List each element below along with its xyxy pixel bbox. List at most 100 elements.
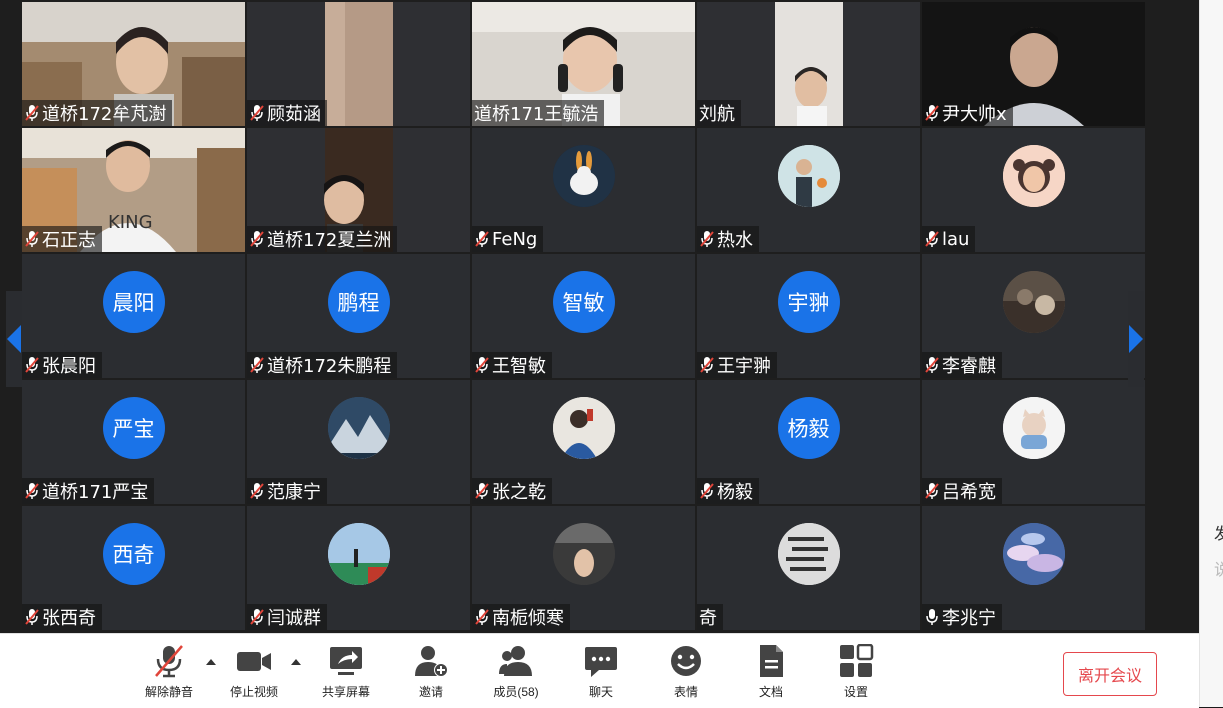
participant-name: 王智敏: [492, 356, 546, 377]
participant-tile[interactable]: 道桥171王毓浩: [472, 2, 695, 126]
participant-avatar: 宇翀: [777, 271, 840, 333]
participant-name-bar: lau: [922, 226, 976, 252]
participant-name: 刘航: [699, 104, 735, 125]
participant-tile[interactable]: 尹大帅x: [922, 2, 1145, 126]
participant-tile[interactable]: 热水: [697, 128, 920, 252]
document-icon: [760, 645, 783, 677]
chat-icon: [585, 647, 617, 677]
participant-name-bar: 顾茹涵: [247, 100, 327, 126]
participant-tile[interactable]: 智敏 王智敏: [472, 254, 695, 378]
share-screen-button[interactable]: 共享屏幕: [306, 644, 386, 706]
participant-avatar: 鹏程: [327, 271, 390, 333]
settings-label: 设置: [843, 685, 868, 699]
side-panel: 发 说: [1199, 0, 1223, 707]
participant-tile[interactable]: 吕希宽: [922, 380, 1145, 504]
participant-tile[interactable]: 宇翀 王宇翀: [697, 254, 920, 378]
unmute-button[interactable]: 解除静音: [129, 644, 209, 706]
participant-avatar: [552, 523, 615, 585]
participant-tile[interactable]: 南栀倾寒: [472, 506, 695, 630]
participant-avatar: [1002, 145, 1065, 207]
participant-name: 顾茹涵: [267, 104, 321, 125]
participant-tile[interactable]: 晨阳 张晨阳: [22, 254, 245, 378]
participant-avatar: [1002, 397, 1065, 459]
invite-button[interactable]: 邀请: [391, 644, 471, 706]
participant-tile[interactable]: 严宝 道桥171严宝: [22, 380, 245, 504]
participant-tile[interactable]: lau: [922, 128, 1145, 252]
share-screen-icon: [330, 647, 362, 675]
participant-name: 热水: [717, 230, 753, 251]
participant-tile[interactable]: 道桥172牟芃澍: [22, 2, 245, 126]
participant-name: 李兆宁: [942, 608, 996, 629]
participant-tile[interactable]: 杨毅 杨毅: [697, 380, 920, 504]
participant-name: 道桥171严宝: [42, 482, 149, 503]
participant-name: 张晨阳: [42, 356, 96, 377]
participant-avatar: 智敏: [552, 271, 615, 333]
mic-muted-icon: [250, 609, 264, 625]
mic-muted-icon: [475, 357, 489, 373]
participant-tile[interactable]: 鹏程 道桥172朱鹏程: [247, 254, 470, 378]
participant-name-bar: 闫诚群: [247, 604, 327, 630]
unmute-label: 解除静音: [144, 685, 193, 699]
participant-tile[interactable]: 李睿麒: [922, 254, 1145, 378]
participant-tile[interactable]: 闫诚群: [247, 506, 470, 630]
participant-tile[interactable]: FeNg: [472, 128, 695, 252]
share-screen-label: 共享屏幕: [321, 685, 370, 699]
participant-avatar: 杨毅: [777, 397, 840, 459]
stop-video-label: 停止视频: [229, 685, 278, 699]
chat-button[interactable]: 聊天: [561, 644, 641, 706]
participant-name: 道桥172夏兰洲: [267, 230, 392, 251]
participant-avatar: [1002, 523, 1065, 585]
leave-meeting-button[interactable]: 离开会议: [1063, 652, 1157, 696]
participant-avatar: [327, 397, 390, 459]
participant-tile[interactable]: 李兆宁: [922, 506, 1145, 630]
participant-tile[interactable]: 范康宁: [247, 380, 470, 504]
rabbit-avatar-icon: [552, 145, 615, 207]
photo-avatar-icon: [1002, 271, 1065, 333]
participant-avatar: [552, 397, 615, 459]
participant-tile[interactable]: 道桥172夏兰洲: [247, 128, 470, 252]
meeting-toolbar: 解除静音 停止视频 共享屏幕 邀请 成员(58) 聊天 表情 文档 设置 离开会…: [0, 633, 1199, 708]
participant-name: 张之乾: [492, 482, 546, 503]
participant-name: 王宇翀: [717, 356, 771, 377]
participant-name-bar: 杨毅: [697, 478, 759, 504]
participant-avatar: 西奇: [102, 523, 165, 585]
mic-muted-icon: [25, 357, 39, 373]
mic-muted-icon: [250, 357, 264, 373]
members-label: 成员(58): [493, 685, 539, 699]
participant-name: 奇: [699, 608, 717, 629]
next-page-button[interactable]: [1128, 291, 1144, 387]
participant-name-bar: 李睿麒: [922, 352, 1002, 378]
members-icon: [499, 646, 532, 676]
mic-muted-icon: [700, 357, 714, 373]
participant-name: 吕希宽: [942, 482, 996, 503]
svg-text:KING: KING: [108, 212, 153, 233]
participant-tile[interactable]: 张之乾: [472, 380, 695, 504]
settings-button[interactable]: 设置: [816, 644, 896, 706]
reactions-button[interactable]: 表情: [646, 644, 726, 706]
members-button[interactable]: 成员(58): [476, 644, 556, 706]
mountain-avatar-icon: [327, 397, 390, 459]
sky-avatar-icon: [1002, 523, 1065, 585]
mic-muted-icon: [475, 609, 489, 625]
participant-tile[interactable]: 顾茹涵: [247, 2, 470, 126]
participant-tile[interactable]: 西奇 张西奇: [22, 506, 245, 630]
girl-avatar-icon: [1002, 145, 1065, 207]
participant-avatar: [552, 145, 615, 207]
participant-name: 张西奇: [42, 608, 96, 629]
participant-grid: 道桥172牟芃澍 顾茹涵 道桥171王毓浩 刘航 尹大帅x KING 石正志 道…: [22, 2, 1146, 633]
stop-video-button[interactable]: 停止视频: [214, 644, 294, 706]
video-options-caret[interactable]: [291, 659, 301, 665]
mic-muted-icon: [250, 231, 264, 247]
participant-name: 杨毅: [717, 482, 753, 503]
participant-name: FeNg: [492, 228, 538, 250]
previous-page-button[interactable]: [6, 291, 22, 387]
documents-button[interactable]: 文档: [731, 644, 811, 706]
participant-tile[interactable]: KING 石正志: [22, 128, 245, 252]
participant-tile[interactable]: 刘航: [697, 2, 920, 126]
arrow-left-icon: [7, 325, 21, 353]
mic-muted-icon: [155, 645, 183, 678]
participant-name: 李睿麒: [942, 356, 996, 377]
mic-muted-icon: [250, 483, 264, 499]
participant-tile[interactable]: 奇: [697, 506, 920, 630]
participant-avatar: [327, 523, 390, 585]
